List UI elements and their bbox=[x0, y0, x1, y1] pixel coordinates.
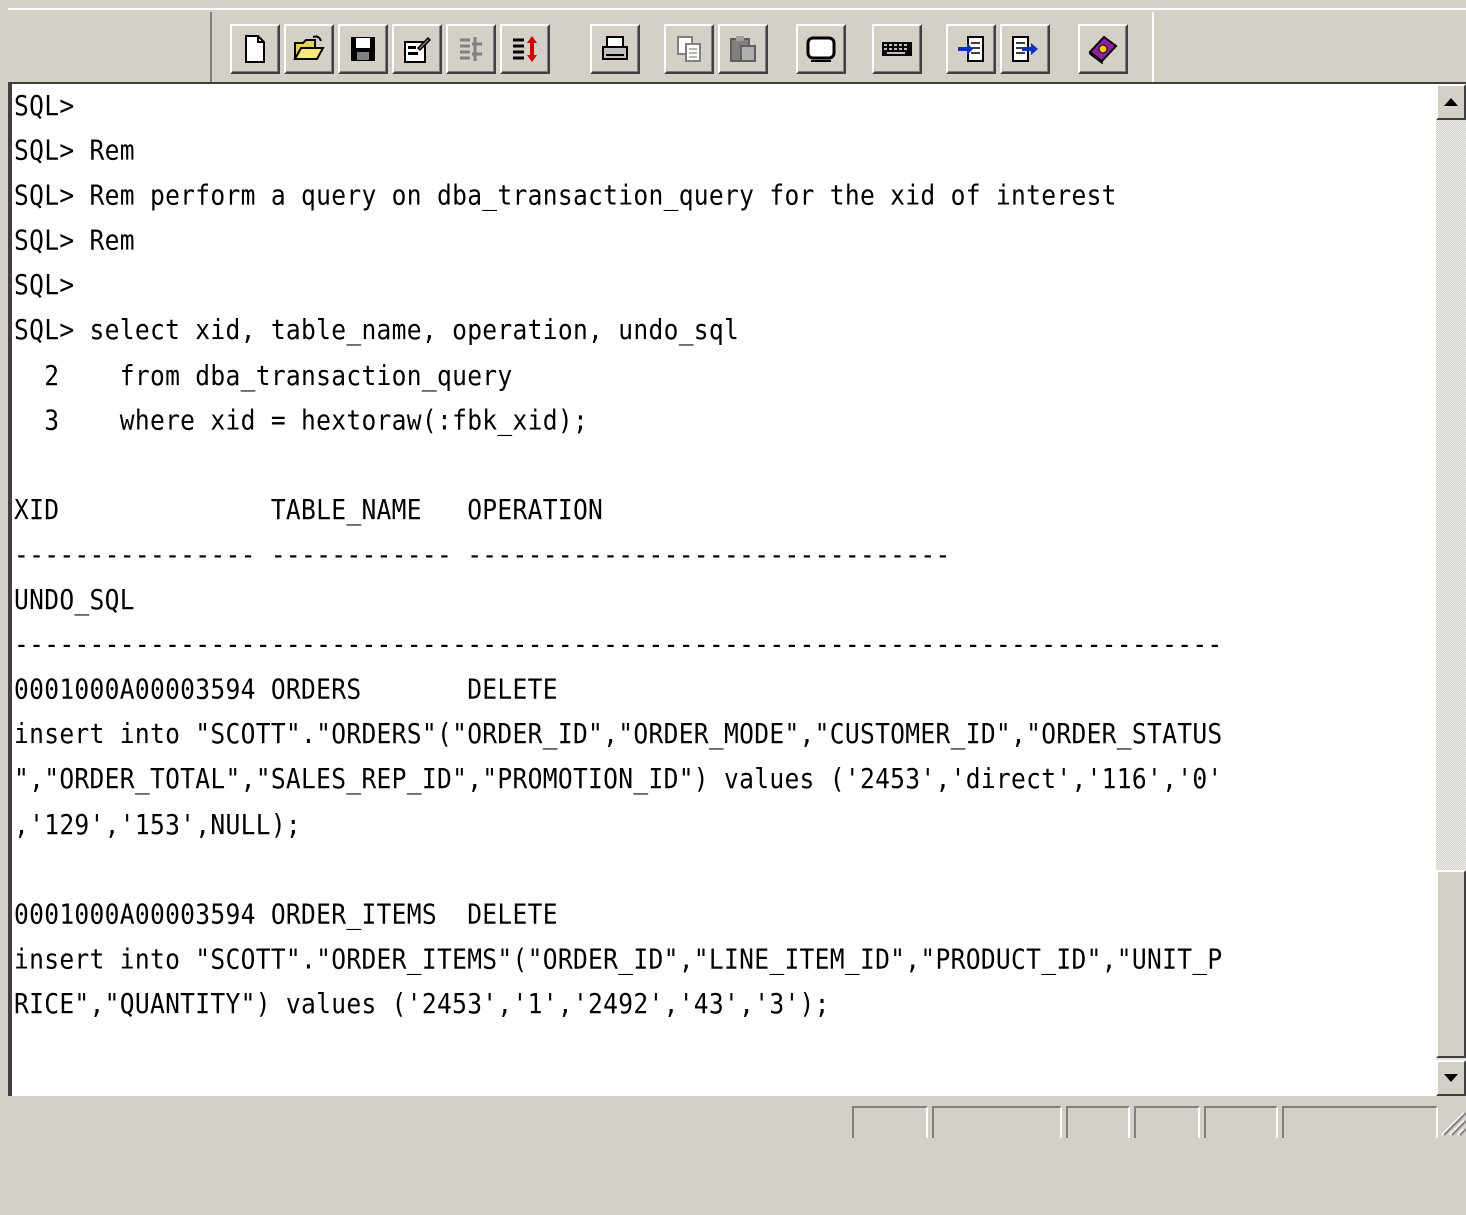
save-button[interactable] bbox=[338, 24, 388, 74]
new-file-icon bbox=[245, 35, 265, 63]
status-panel-5 bbox=[1204, 1106, 1278, 1138]
properties-icon bbox=[404, 36, 432, 63]
toolbar-group-keyboard bbox=[872, 24, 922, 74]
toolbar-group-transfer bbox=[946, 24, 1050, 74]
status-panel-2 bbox=[932, 1106, 1062, 1138]
scroll-thumb[interactable] bbox=[1436, 870, 1466, 1058]
toolbar bbox=[210, 12, 1154, 82]
console-line: insert into "SCOTT"."ORDER_ITEMS"("ORDER… bbox=[14, 942, 1223, 975]
arrow-down-icon bbox=[1444, 1074, 1458, 1082]
status-panel-3 bbox=[1066, 1106, 1130, 1138]
console-line: insert into "SCOTT"."ORDERS"("ORDER_ID",… bbox=[14, 717, 1223, 751]
toolbar-group-screen bbox=[796, 24, 846, 74]
status-bar bbox=[8, 1098, 1466, 1138]
sqlplus-window: SQL> SQL> Rem SQL> Rem perform a query o… bbox=[0, 0, 1466, 1138]
new-button[interactable] bbox=[230, 24, 280, 74]
scroll-down-button[interactable] bbox=[1436, 1060, 1466, 1096]
print-icon bbox=[602, 36, 628, 60]
console-line: ---------------- ------------ ----------… bbox=[14, 538, 951, 571]
console-line: UNDO_SQL bbox=[14, 583, 135, 616]
console-line: SQL> Rem perform a query on dba_transact… bbox=[14, 178, 1117, 212]
console-line: SQL> bbox=[14, 89, 75, 122]
export-button[interactable] bbox=[1000, 24, 1050, 74]
copy-icon bbox=[677, 36, 701, 62]
toolbar-area bbox=[8, 8, 1466, 84]
arrow-up-icon bbox=[1444, 98, 1458, 106]
export-icon bbox=[1012, 36, 1038, 62]
console-line: ,'129','153',NULL); bbox=[14, 807, 302, 841]
sort-button[interactable] bbox=[500, 24, 550, 74]
console-line: XID TABLE_NAME OPERATION bbox=[14, 493, 604, 526]
sort-icon bbox=[513, 36, 537, 62]
open-button[interactable] bbox=[284, 24, 334, 74]
console-line: RICE","QUANTITY") values ('2453','1','24… bbox=[14, 987, 830, 1020]
status-panel-1 bbox=[852, 1106, 928, 1138]
console-line: ","ORDER_TOTAL","SALES_REP_ID","PROMOTIO… bbox=[14, 762, 1223, 796]
status-panel-4 bbox=[1134, 1106, 1200, 1138]
toolbar-group-file bbox=[230, 24, 550, 74]
console-line: SQL> Rem bbox=[14, 223, 135, 257]
keyboard-button[interactable] bbox=[872, 24, 922, 74]
screen-icon bbox=[806, 36, 836, 62]
console-line: SQL> bbox=[14, 268, 75, 302]
console-line: SQL> select xid, table_name, operation, … bbox=[14, 313, 740, 347]
console-line: 0001000A00003594 ORDERS DELETE bbox=[14, 672, 558, 706]
paste-icon bbox=[730, 36, 756, 62]
toolbar-group-help bbox=[1078, 24, 1128, 74]
open-folder-icon bbox=[293, 35, 325, 60]
console-output-area[interactable]: SQL> SQL> Rem SQL> Rem perform a query o… bbox=[8, 82, 1466, 1096]
console-line: 3 where xid = hextoraw(:fbk_xid); bbox=[14, 403, 589, 436]
console-line: 2 from dba_transaction_query bbox=[14, 358, 513, 392]
toolbar-group-print bbox=[590, 24, 640, 74]
resize-grip-icon[interactable] bbox=[1438, 1107, 1466, 1137]
vertical-scrollbar[interactable] bbox=[1436, 84, 1466, 1096]
toolbar-group-edit bbox=[664, 24, 768, 74]
console-line: 0001000A00003594 ORDER_ITEMS DELETE bbox=[14, 897, 558, 930]
help-book-icon bbox=[1088, 35, 1118, 64]
scroll-up-button[interactable] bbox=[1436, 84, 1466, 120]
import-button[interactable] bbox=[946, 24, 996, 74]
console-text[interactable]: SQL> SQL> Rem SQL> Rem perform a query o… bbox=[14, 84, 1434, 1215]
help-button[interactable] bbox=[1078, 24, 1128, 74]
column-format-button[interactable] bbox=[446, 24, 496, 74]
paste-button[interactable] bbox=[718, 24, 768, 74]
copy-button[interactable] bbox=[664, 24, 714, 74]
status-panel-6 bbox=[1282, 1106, 1438, 1138]
properties-button[interactable] bbox=[392, 24, 442, 74]
keyboard-icon bbox=[882, 42, 912, 56]
print-button[interactable] bbox=[590, 24, 640, 74]
import-icon bbox=[958, 36, 984, 62]
save-icon bbox=[351, 37, 375, 61]
column-format-icon bbox=[460, 37, 482, 61]
clear-screen-button[interactable] bbox=[796, 24, 846, 74]
console-line: SQL> Rem bbox=[14, 134, 135, 167]
console-line: ----------------------------------------… bbox=[14, 627, 1223, 661]
